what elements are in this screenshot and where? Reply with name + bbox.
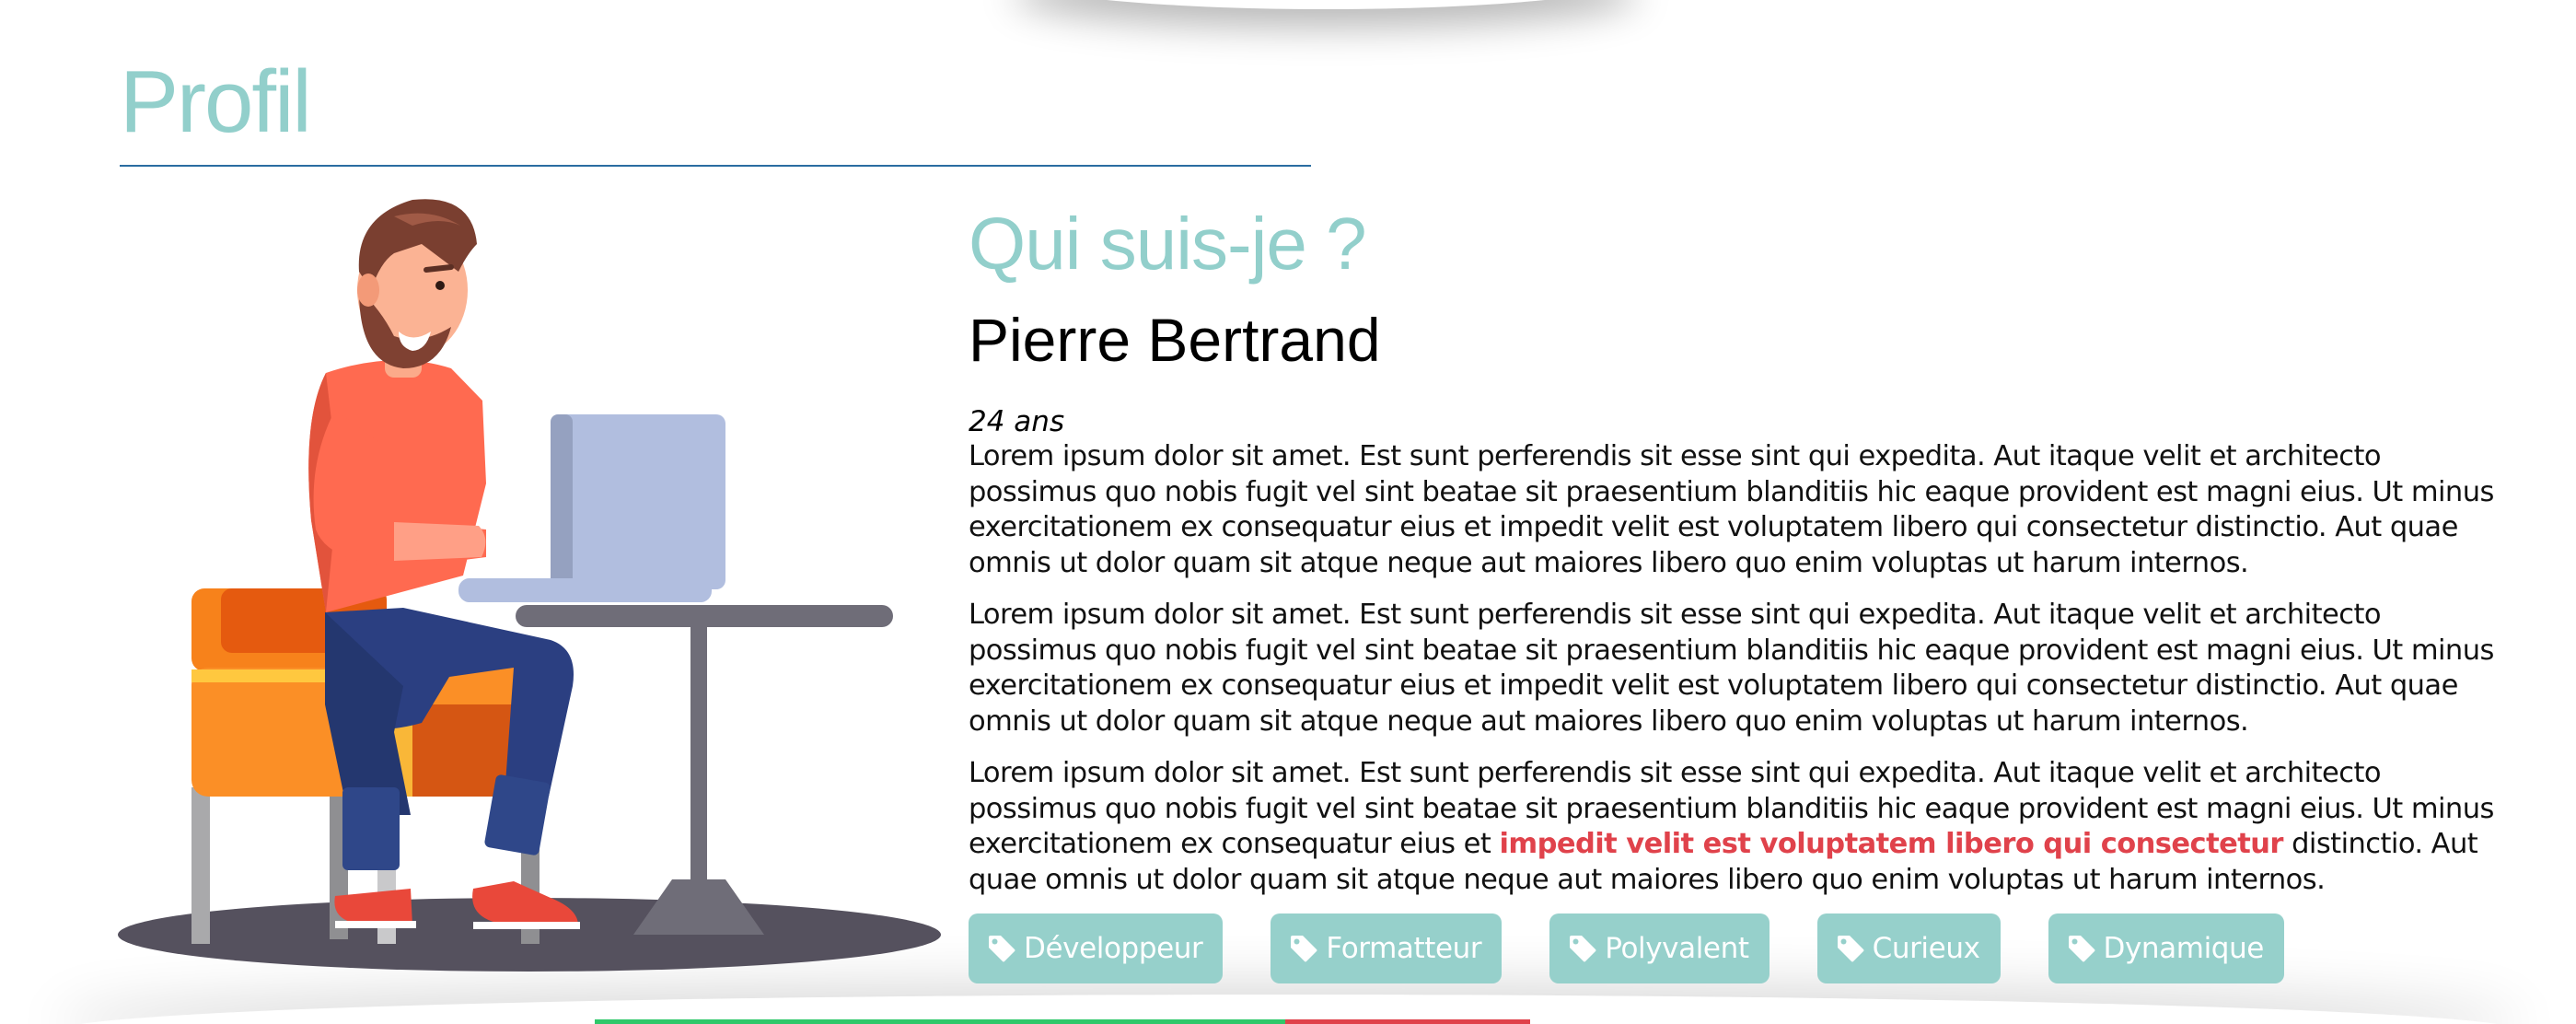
tag-formatteur[interactable]: Formatteur xyxy=(1271,913,1503,983)
tag-icon xyxy=(1291,936,1317,962)
tag-dynamique[interactable]: Dynamique xyxy=(2048,913,2284,983)
top-card-shadow xyxy=(1013,0,1639,9)
tag-icon xyxy=(1837,936,1864,962)
about-content: Qui suis-je ? Pierre Bertrand 24 ans Lor… xyxy=(969,198,2515,914)
skill-tags: Développeur Formatteur Polyvalent Curieu… xyxy=(969,913,2284,983)
profile-section: Profil Qui suis-je ? Pierre Bertrand 24 … xyxy=(0,0,2576,1024)
person-name: Pierre Bertrand xyxy=(969,306,1381,374)
highlighted-text: impedit velit est voluptatem libero qui … xyxy=(1499,828,2283,860)
tag-icon xyxy=(989,936,1015,962)
about-paragraph: Lorem ipsum dolor sit amet. Est sunt per… xyxy=(969,440,2494,579)
tag-label: Développeur xyxy=(1024,932,1203,965)
tag-label: Curieux xyxy=(1872,932,1980,965)
about-paragraph-highlighted: Lorem ipsum dolor sit amet. Est sunt per… xyxy=(969,756,2515,898)
about-heading: Qui suis-je ? xyxy=(969,203,1367,285)
tag-developpeur[interactable]: Développeur xyxy=(969,913,1224,983)
developer-illustration xyxy=(118,189,941,972)
tag-icon xyxy=(2068,936,2095,962)
tag-polyvalent[interactable]: Polyvalent xyxy=(1549,913,1770,983)
green-accent-bar xyxy=(595,1019,1285,1024)
tag-label: Dynamique xyxy=(2103,932,2265,965)
tag-icon xyxy=(1570,936,1596,962)
about-paragraph: Lorem ipsum dolor sit amet. Est sunt per… xyxy=(969,599,2494,738)
man-working-at-laptop-illustration xyxy=(118,199,941,972)
title-divider xyxy=(120,165,1311,167)
tag-label: Formatteur xyxy=(1326,932,1482,965)
section-title: Profil xyxy=(120,52,312,151)
red-accent-bar xyxy=(1285,1019,1530,1024)
tag-label: Polyvalent xyxy=(1605,932,1749,965)
tag-curieux[interactable]: Curieux xyxy=(1816,913,2001,983)
person-age: 24 ans xyxy=(969,405,1065,438)
